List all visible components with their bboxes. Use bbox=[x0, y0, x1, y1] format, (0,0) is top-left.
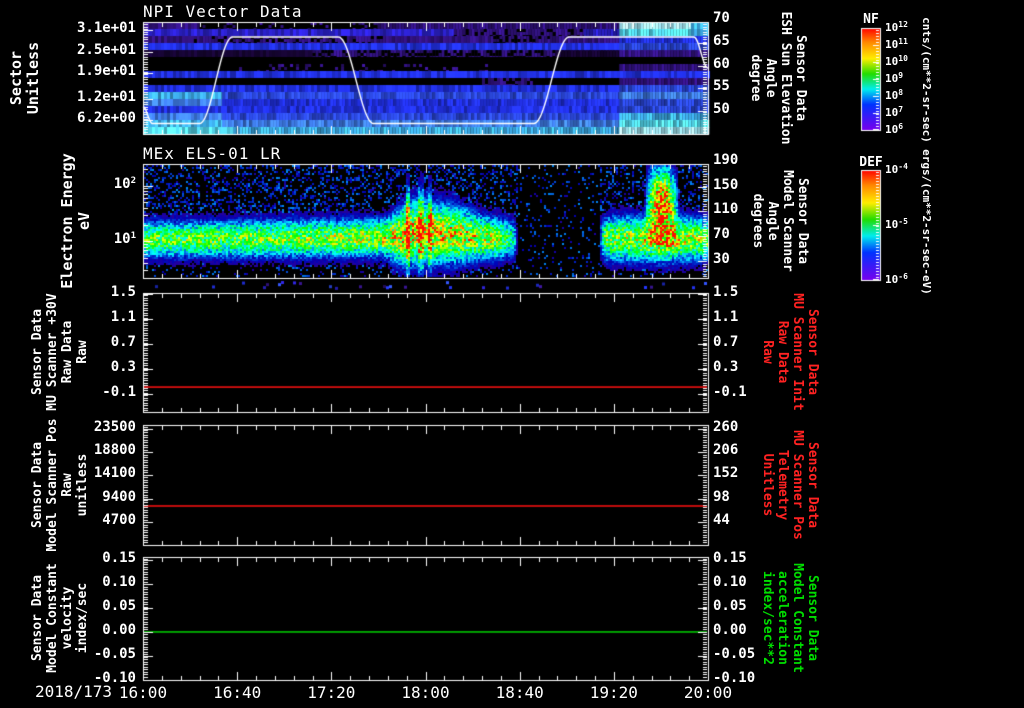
p3-left-tick-0: 23500 bbox=[93, 418, 136, 435]
p0-left-tick-0: 3.1e+01 bbox=[76, 19, 136, 36]
colorbar-nf-title: NF bbox=[863, 12, 879, 27]
p3-right-tick-3: 98 bbox=[713, 488, 730, 505]
p0-left-tick-3: 1.2e+01 bbox=[76, 88, 136, 105]
p0-right-tick-0: 70 bbox=[713, 10, 730, 27]
time-label-6: 20:00 bbox=[683, 683, 733, 702]
p1-right-tick-1: 150 bbox=[713, 176, 739, 193]
cb1-tick-0: 10-4 bbox=[885, 162, 908, 176]
time-label-5: 19:20 bbox=[589, 683, 638, 702]
panel2-title: MEx ELS-01 LR bbox=[143, 144, 282, 163]
p3-right-tick-2: 152 bbox=[713, 465, 739, 482]
p0-right-tick-3: 55 bbox=[713, 78, 730, 95]
p2-left-tick-0: 1.5 bbox=[110, 284, 136, 301]
p3-left-tick-4: 4700 bbox=[102, 511, 136, 528]
p4-left-tick-4: -0.05 bbox=[93, 645, 136, 662]
p0-right-tick-4: 50 bbox=[713, 101, 730, 118]
cb0-tick-4: 108 bbox=[885, 88, 904, 102]
p2-left-tick-1: 1.1 bbox=[110, 309, 136, 326]
p2-right-tick-4: -0.1 bbox=[713, 383, 747, 400]
cb1-tick-1: 10-5 bbox=[885, 217, 908, 231]
p0-right-tick-1: 65 bbox=[713, 32, 730, 49]
p3-right-tick-4: 44 bbox=[713, 511, 730, 528]
p4-left-tick-0: 0.15 bbox=[102, 549, 136, 566]
p4-left-tick-2: 0.05 bbox=[102, 597, 136, 614]
p0-left-tick-1: 2.5e+01 bbox=[76, 41, 136, 58]
p1-left-tick-1: 101 bbox=[113, 231, 136, 248]
p2-right-tick-3: 0.3 bbox=[713, 359, 739, 375]
p4-right-tick-2: 0.05 bbox=[713, 597, 747, 614]
p0-right-tick-2: 60 bbox=[713, 55, 730, 72]
p2-right-tick-2: 0.7 bbox=[713, 334, 739, 351]
p2-left-tick-2: 0.7 bbox=[110, 334, 136, 351]
p3-left-tick-2: 14100 bbox=[93, 465, 136, 482]
p4-right-tick-4: -0.05 bbox=[713, 645, 756, 662]
time-label-0: 16:00 bbox=[118, 683, 168, 702]
panel1-left-axis-label: Sector Unitless bbox=[7, 41, 42, 115]
p4-right-tick-3: 0.00 bbox=[713, 621, 747, 638]
p4-right-tick-1: 0.10 bbox=[713, 573, 747, 590]
cb1-tick-2: 10-6 bbox=[885, 272, 908, 286]
p1-right-tick-0: 190 bbox=[713, 151, 739, 168]
p4-left-tick-1: 0.10 bbox=[102, 573, 136, 590]
p0-left-tick-4: 6.2e+00 bbox=[76, 109, 136, 126]
time-label-4: 18:40 bbox=[495, 683, 544, 702]
time-label-2: 17:20 bbox=[307, 683, 356, 702]
p2-right-tick-0: 1.5 bbox=[713, 284, 739, 301]
p1-left-tick-0: 102 bbox=[113, 175, 136, 192]
p3-right-tick-0: 260 bbox=[713, 418, 739, 435]
colorbar-def-title: DEF bbox=[859, 155, 883, 170]
p2-left-tick-3: 0.3 bbox=[110, 359, 136, 375]
p2-right-tick-1: 1.1 bbox=[713, 309, 739, 326]
cb0-tick-1: 1011 bbox=[885, 37, 908, 51]
colorbar-nf-units: cnts/(cm**2-sr-sec) bbox=[920, 17, 933, 143]
p1-right-tick-3: 70 bbox=[713, 226, 730, 243]
time-label-1: 16:40 bbox=[213, 683, 262, 702]
cb0-tick-2: 1010 bbox=[885, 54, 908, 68]
p1-right-tick-4: 30 bbox=[713, 250, 730, 267]
cb0-tick-0: 1012 bbox=[885, 20, 908, 34]
p4-left-tick-3: 0.00 bbox=[102, 621, 136, 638]
panel1-title: NPI Vector Data bbox=[143, 2, 303, 21]
cb0-tick-3: 109 bbox=[885, 71, 904, 85]
plot-canvas bbox=[0, 0, 1024, 708]
p3-right-tick-1: 206 bbox=[713, 442, 739, 459]
cb0-tick-6: 106 bbox=[885, 122, 904, 136]
cb0-tick-5: 107 bbox=[885, 105, 904, 119]
plot-stage: NPI Vector Data MEx ELS-01 LR Sector Uni… bbox=[0, 0, 1024, 708]
time-label-3: 18:00 bbox=[401, 683, 450, 702]
colorbar-def-units: ergs/(cm**2-sr-sec-eV) bbox=[920, 149, 933, 295]
p2-left-tick-4: -0.1 bbox=[102, 383, 136, 400]
p3-left-tick-1: 18800 bbox=[93, 442, 136, 459]
p4-right-tick-0: 0.15 bbox=[713, 549, 747, 566]
panel4-left-axis-label: Sensor Data Model Scanner Pos Raw unitle… bbox=[30, 418, 90, 552]
p0-left-tick-2: 1.9e+01 bbox=[76, 63, 136, 80]
panel2-left-axis-label: Electron Energy eV bbox=[58, 153, 93, 289]
p1-right-tick-2: 110 bbox=[713, 201, 739, 218]
p3-left-tick-3: 9400 bbox=[102, 488, 136, 505]
